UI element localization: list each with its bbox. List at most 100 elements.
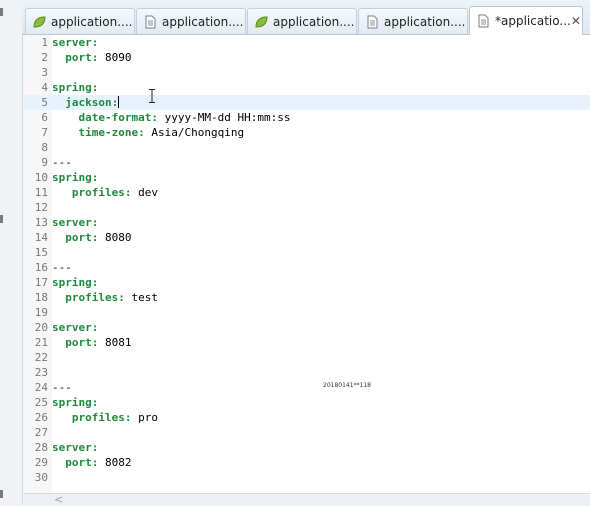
scroll-left-icon[interactable]: <	[54, 493, 63, 506]
yaml-key: profiles	[71, 411, 125, 424]
yaml-key: time-zone	[78, 126, 139, 139]
yaml-key: spring	[52, 396, 92, 409]
code-line[interactable]: 14 port: 8080	[24, 230, 590, 245]
code-line[interactable]: 15	[24, 245, 590, 260]
line-number: 17	[34, 276, 48, 289]
yaml-key: port	[65, 336, 92, 349]
code-line[interactable]: 25 spring:	[24, 395, 590, 410]
line-number: 2	[41, 51, 48, 64]
line-number: 24	[34, 381, 48, 394]
code-line[interactable]: 3	[24, 65, 590, 80]
line-number: 26	[34, 411, 48, 424]
line-number: 21	[34, 336, 48, 349]
line-number: 25	[34, 396, 48, 409]
yaml-key: server	[52, 321, 92, 334]
line-number: 6	[41, 111, 48, 124]
line-content: ---	[52, 155, 72, 170]
editor-tab-2[interactable]: application....	[136, 8, 246, 34]
line-content: server:	[52, 440, 98, 455]
code-line[interactable]: 9 ---	[24, 155, 590, 170]
code-line[interactable]: 23	[24, 365, 590, 380]
line-number: 22	[34, 351, 48, 364]
editor-tab-active[interactable]: *applicatio... ✕	[469, 6, 583, 35]
line-content: server:	[52, 35, 98, 50]
line-number: 20	[34, 321, 48, 334]
code-line[interactable]: 8	[24, 140, 590, 155]
line-content: jackson:	[52, 95, 120, 110]
yaml-value: 8080	[98, 231, 132, 244]
close-tab-icon[interactable]: ✕	[571, 14, 581, 28]
code-line[interactable]: 5 jackson:	[24, 95, 590, 110]
line-number: 15	[34, 246, 48, 259]
overlay-note: 20180141**118	[323, 382, 371, 389]
line-number: 11	[34, 186, 48, 199]
strip-marker	[0, 490, 3, 498]
yaml-value: ---	[52, 261, 72, 274]
code-line[interactable]: 30	[24, 470, 590, 485]
line-number: 18	[34, 291, 48, 304]
code-line[interactable]: 21 port: 8081	[24, 335, 590, 350]
code-line[interactable]: 2 port: 8090	[24, 50, 590, 65]
line-content: port: 8081	[52, 335, 131, 350]
code-line[interactable]: 26 profiles: pro	[24, 410, 590, 425]
yaml-key: date-format	[78, 111, 152, 124]
line-number: 19	[34, 306, 48, 319]
yaml-colon: :	[138, 126, 145, 139]
code-line[interactable]: 24 ---	[24, 380, 590, 395]
line-number: 23	[34, 366, 48, 379]
line-number: 27	[34, 426, 48, 439]
code-line[interactable]: 28 server:	[24, 440, 590, 455]
code-line[interactable]: 27	[24, 425, 590, 440]
code-line[interactable]: 6 date-format: yyyy-MM-dd HH:mm:ss	[24, 110, 590, 125]
strip-marker	[0, 8, 3, 16]
tab-label: application....	[162, 14, 244, 29]
yaml-editor[interactable]: 1 server: 2 port: 8090 3 4 spring: 5 jackson: 6…	[24, 35, 590, 493]
yaml-colon: :	[91, 81, 99, 94]
line-content: profiles: dev	[52, 185, 158, 200]
yaml-key: server	[52, 216, 92, 229]
code-line[interactable]: 1 server:	[24, 35, 590, 50]
yaml-colon: :	[111, 96, 119, 109]
text-file-icon	[143, 15, 157, 29]
yaml-colon: :	[91, 396, 99, 409]
yaml-key: spring	[52, 276, 92, 289]
code-line[interactable]: 13 server:	[24, 215, 590, 230]
editor-tab-bar: application.... application.... applicat…	[22, 0, 590, 35]
editor-tab-3[interactable]: application....	[247, 8, 357, 34]
yaml-key: jackson	[65, 96, 112, 109]
yaml-key: port	[65, 456, 92, 469]
yaml-value: yyyy-MM-dd HH:mm:ss	[157, 111, 291, 124]
strip-marker	[0, 215, 3, 223]
yaml-value: ---	[52, 381, 72, 394]
editor-tab-1[interactable]: application....	[25, 8, 135, 34]
yaml-key: profiles	[65, 291, 119, 304]
line-number: 4	[41, 81, 48, 94]
line-number: 9	[41, 156, 48, 169]
horizontal-scrollbar[interactable]: <	[24, 493, 590, 506]
editor-tab-4[interactable]: application....	[358, 8, 468, 34]
code-line[interactable]: 20 server:	[24, 320, 590, 335]
code-line[interactable]: 11 profiles: dev	[24, 185, 590, 200]
code-line[interactable]: 12	[24, 200, 590, 215]
adjacent-view-strip	[0, 0, 23, 505]
code-line[interactable]: 16 ---	[24, 260, 590, 275]
code-line[interactable]: 10 spring:	[24, 170, 590, 185]
code-line[interactable]: 19	[24, 305, 590, 320]
code-line[interactable]: 17 spring:	[24, 275, 590, 290]
line-content: ---	[52, 260, 72, 275]
line-content: profiles: test	[52, 290, 158, 305]
line-number: 30	[34, 471, 48, 484]
code-line[interactable]: 22	[24, 350, 590, 365]
yaml-key: server	[52, 441, 92, 454]
code-line[interactable]: 7 time-zone: Asia/Chongqing	[24, 125, 590, 140]
line-content: port: 8082	[52, 455, 131, 470]
code-line[interactable]: 29 port: 8082	[24, 455, 590, 470]
code-line[interactable]: 18 profiles: test	[24, 290, 590, 305]
line-content: profiles: pro	[52, 410, 158, 425]
code-line[interactable]: 4 spring:	[24, 80, 590, 95]
